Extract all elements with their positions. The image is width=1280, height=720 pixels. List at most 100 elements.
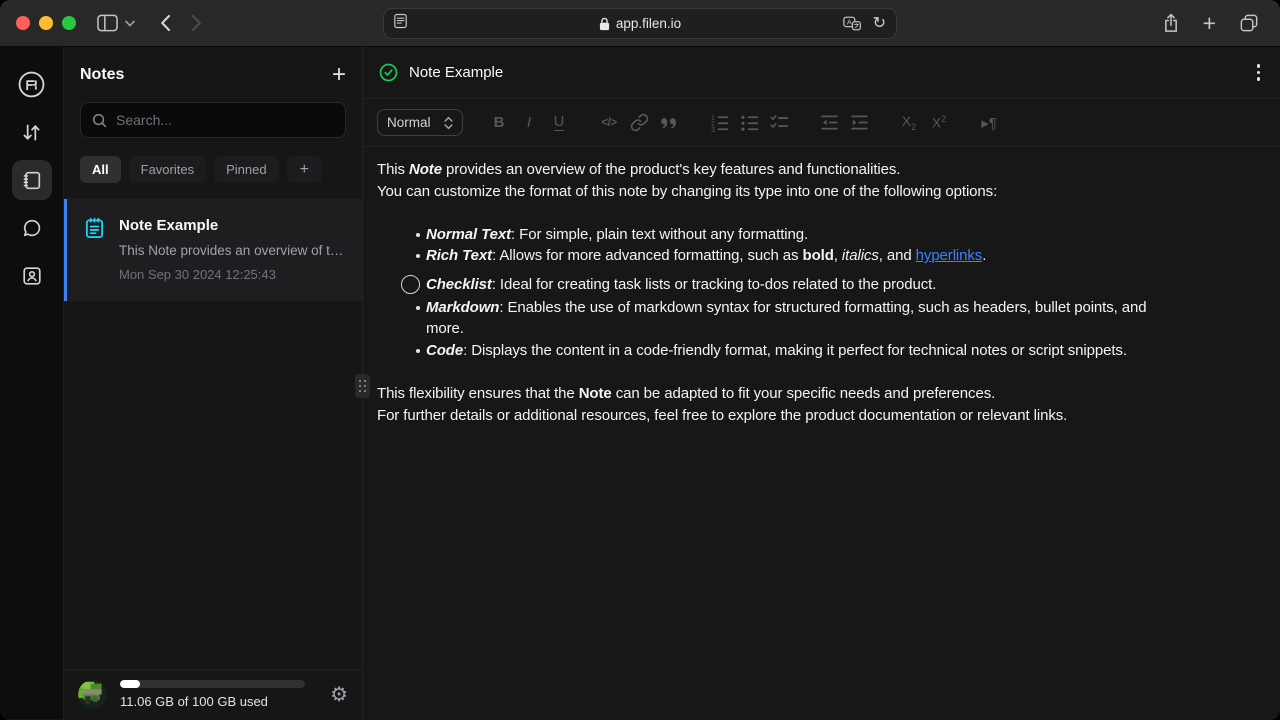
filter-pinned[interactable]: Pinned [214, 156, 278, 183]
translate-icon[interactable]: A [843, 16, 861, 31]
ordered-list-button[interactable]: 123 [705, 109, 733, 137]
filen-logo-icon [18, 71, 45, 98]
note-block-p: This flexibility ensures that the Note c… [377, 383, 1264, 405]
text-segment: . [982, 247, 986, 264]
toolbar-group [815, 109, 873, 137]
text-segment: You can customize the format of this not… [377, 183, 997, 200]
sidebar-item-filen-logo[interactable] [12, 64, 52, 104]
reader-view-icon[interactable] [394, 13, 407, 34]
transfers-icon [20, 121, 43, 144]
text-segment: more. [426, 320, 464, 337]
text-segment: Note [409, 161, 442, 178]
toolbar-group: </> [595, 109, 683, 137]
note-block-p: For further details or additional resour… [377, 405, 1264, 427]
sidebar-item-contacts[interactable] [12, 256, 52, 296]
url-text: app.filen.io [616, 16, 681, 31]
superscript-button[interactable]: X2 [925, 109, 953, 137]
bullet-list-button[interactable] [735, 109, 763, 137]
new-tab-icon[interactable]: + [1203, 12, 1216, 35]
editor-toolbar: Normal BIU </> 123 X2X2 ▸¶ [363, 99, 1280, 147]
check-circle-icon[interactable] [379, 63, 398, 82]
bullet-marker [416, 349, 420, 353]
note-block-p: This Note provides an overview of the pr… [377, 159, 1264, 181]
filter-favorites[interactable]: Favorites [129, 156, 206, 183]
reload-icon[interactable]: ↻ [873, 16, 886, 32]
link-button[interactable] [625, 109, 653, 137]
note-block-check: Checklist: Ideal for creating task lists… [377, 274, 1264, 296]
sidebar-item-chats[interactable] [12, 208, 52, 248]
text-segment: bold [803, 247, 834, 264]
filter-all[interactable]: All [80, 156, 121, 183]
close-button[interactable] [16, 16, 30, 30]
checklist-checkbox[interactable] [401, 275, 420, 294]
text-segment: Code [426, 342, 463, 359]
chat-icon [21, 217, 43, 239]
zoom-button[interactable] [62, 16, 76, 30]
text-segment: : Allows for more advanced formatting, s… [492, 247, 802, 264]
contacts-icon [21, 265, 43, 287]
note-block-bullet: Code: Displays the content in a code-fri… [377, 340, 1264, 362]
panel-title: Notes [80, 66, 124, 84]
forward-button[interactable] [191, 14, 202, 32]
text-segment: : Displays the content in a code-friendl… [463, 342, 1127, 359]
code-button[interactable]: </> [595, 109, 623, 137]
subscript-button[interactable]: X2 [895, 109, 923, 137]
quote-button[interactable] [655, 109, 683, 137]
sidebar-toggle-icon[interactable] [97, 14, 118, 32]
outdent-button[interactable] [815, 109, 843, 137]
note-item-title: Note Example [119, 215, 348, 237]
back-button[interactable] [160, 14, 171, 32]
browser-window: app.filen.io A ↻ + [0, 0, 1280, 720]
app-rail [0, 47, 64, 719]
bullet-marker [416, 254, 420, 258]
bullet-marker [416, 233, 420, 237]
text-segment: : Enables the use of markdown syntax for… [499, 299, 1146, 316]
text-segment: can be adapted to fit your specific need… [612, 385, 996, 402]
new-note-button[interactable]: + [332, 63, 346, 87]
add-filter-button[interactable]: + [287, 156, 322, 183]
search-input[interactable] [116, 112, 334, 128]
paragraph-direction-button[interactable]: ▸¶ [975, 109, 1003, 137]
text-segment: Checklist [426, 276, 492, 293]
note-block-gap [377, 202, 1264, 224]
note-menu-icon[interactable] [1253, 60, 1265, 85]
minimize-button[interactable] [39, 16, 53, 30]
select-chevrons-icon [444, 116, 453, 130]
note-list-item[interactable]: Note Example This Note provides an overv… [64, 199, 362, 301]
address-bar[interactable]: app.filen.io A ↻ [383, 8, 897, 39]
checklist-button[interactable] [765, 109, 793, 137]
bold-button[interactable]: B [485, 109, 513, 137]
toolbar-group: BIU [485, 109, 573, 137]
text-segment: Rich Text [426, 247, 492, 264]
indent-button[interactable] [845, 109, 873, 137]
text-segment: For further details or additional resour… [377, 407, 1067, 424]
note-block-bullet: Rich Text: Allows for more advanced form… [377, 245, 1264, 267]
text-segment: : For simple, plain text without any for… [511, 226, 808, 243]
svg-text:A: A [846, 17, 851, 26]
underline-button[interactable]: U [545, 109, 573, 137]
panel-resize-handle[interactable] [355, 374, 370, 398]
gear-icon[interactable]: ⚙ [330, 685, 348, 705]
share-icon[interactable] [1163, 13, 1179, 33]
storage-progress-bar [120, 680, 305, 688]
text-segment: , [834, 247, 842, 264]
note-header: Note Example [363, 47, 1280, 99]
search-field[interactable] [80, 102, 346, 138]
text-segment: : Ideal for creating task lists or track… [492, 276, 937, 293]
notes-icon [21, 169, 43, 192]
hyperlink[interactable]: hyperlinks [916, 247, 983, 264]
tab-overview-icon[interactable] [1240, 14, 1258, 32]
block-type-select[interactable]: Normal [377, 109, 463, 136]
avatar[interactable] [78, 680, 107, 709]
text-segment: provides an overview of the product's ke… [442, 161, 900, 178]
italic-button[interactable]: I [515, 109, 543, 137]
toolbar-group: ▸¶ [975, 109, 1003, 137]
sidebar-item-notes[interactable] [12, 160, 52, 200]
text-segment: italics [842, 247, 879, 264]
svg-text:3: 3 [711, 127, 715, 132]
chevron-down-icon[interactable] [125, 20, 135, 27]
sidebar-item-transfers[interactable] [12, 112, 52, 152]
note-content[interactable]: This Note provides an overview of the pr… [363, 147, 1280, 719]
lock-icon [599, 17, 610, 31]
note-item-date: Mon Sep 30 2024 12:25:43 [119, 265, 348, 285]
